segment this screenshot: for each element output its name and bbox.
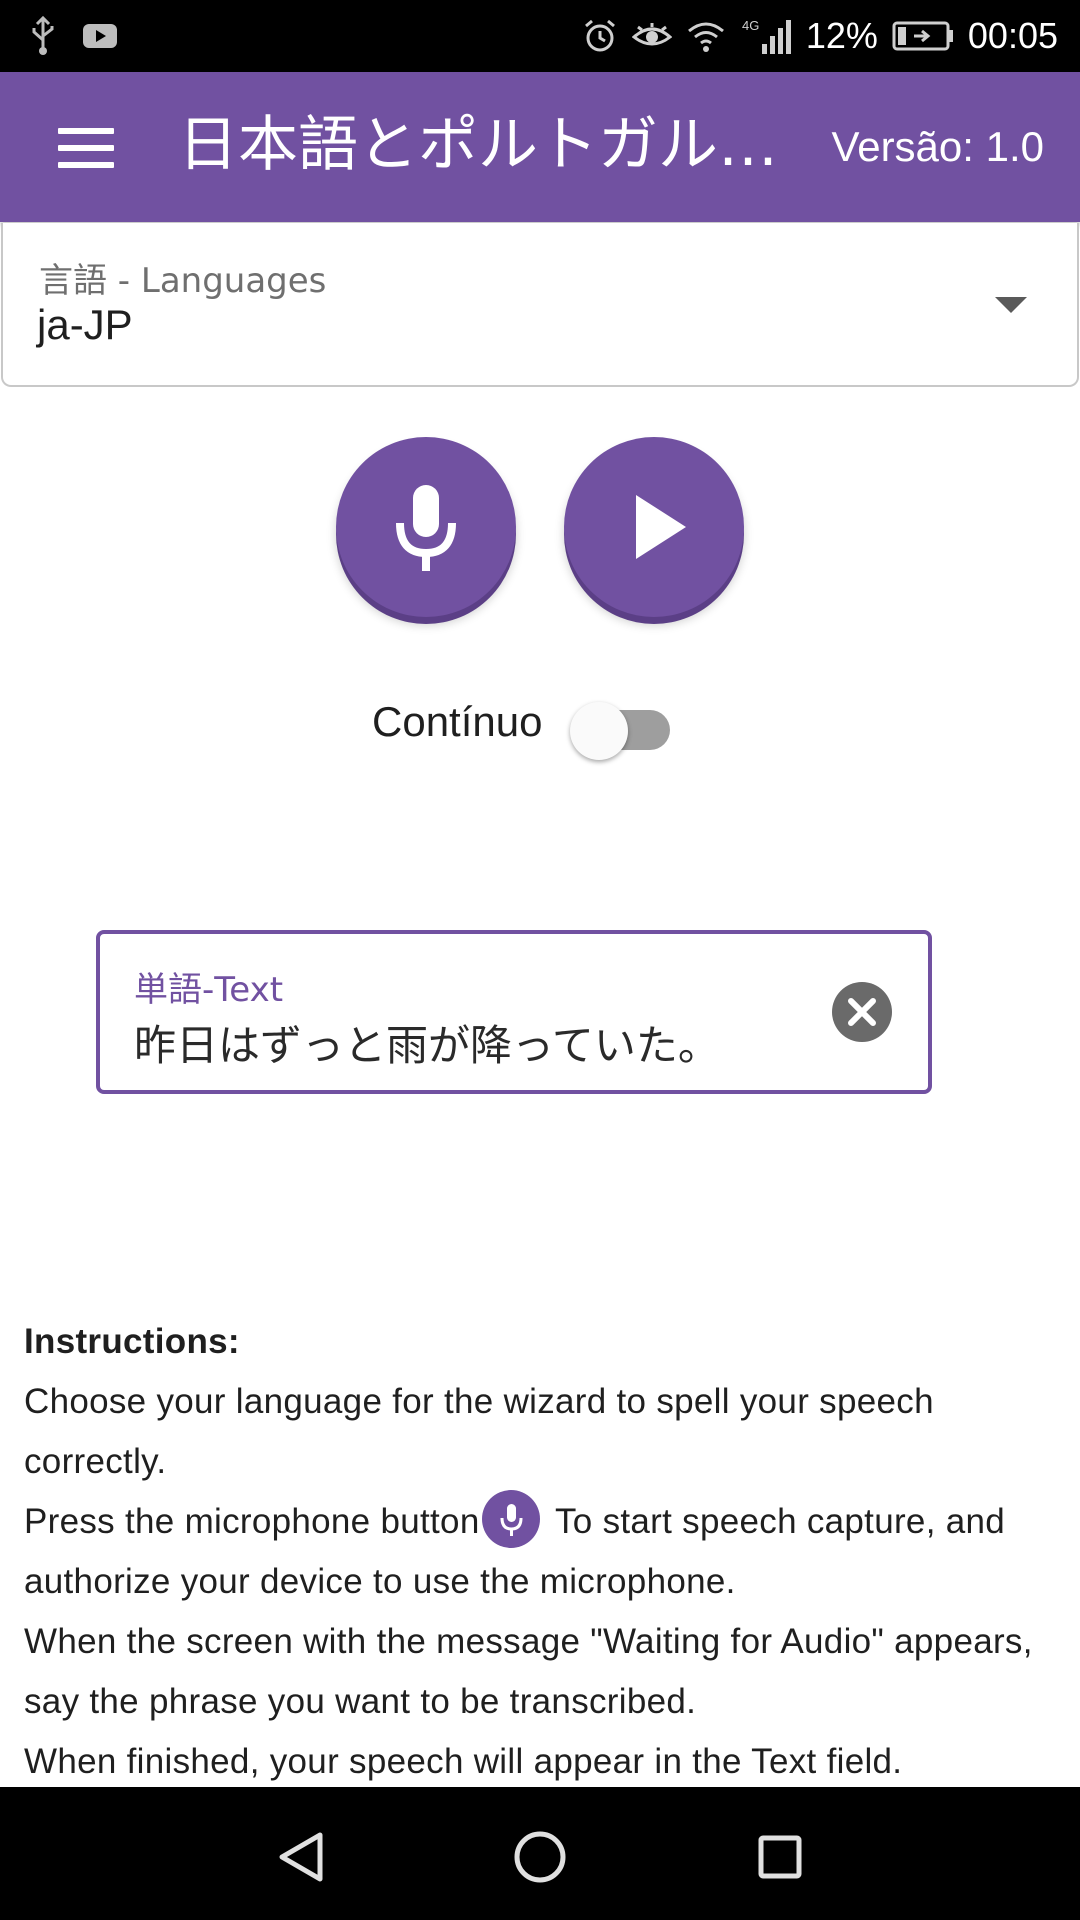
back-button[interactable]: [260, 1817, 340, 1897]
wifi-icon: [686, 19, 726, 53]
recent-apps-square-icon: [758, 1835, 802, 1879]
language-selected-value: ja-JP: [37, 301, 133, 348]
usb-icon: [30, 16, 56, 56]
status-left-icons: [30, 16, 118, 56]
alarm-icon: [582, 18, 618, 54]
play-icon: [636, 495, 686, 559]
app-bar: 日本語とポルトガル… Versão: 1.0: [0, 72, 1080, 222]
instructions-heading: Instructions:: [24, 1322, 240, 1361]
status-bar: 4G 12% 00:05: [0, 0, 1080, 72]
recent-apps-button[interactable]: [740, 1817, 820, 1897]
continuous-label: Contínuo: [372, 698, 543, 745]
battery-icon: [892, 20, 954, 52]
microphone-button[interactable]: [336, 437, 516, 617]
instructions-line-1: Choose your language for the wizard to s…: [24, 1382, 934, 1481]
instructions-line-2-start: Press the microphone button: [24, 1502, 480, 1541]
navigation-bar: [0, 1787, 1080, 1920]
instructions: Instructions: Choose your language for t…: [24, 1312, 1054, 1792]
microphone-icon: [396, 485, 456, 571]
youtube-icon: [82, 22, 118, 50]
instructions-line-2: Press the microphone button To start spe…: [24, 1489, 1054, 1612]
instructions-line-4: When finished, your speech will appear i…: [24, 1742, 903, 1781]
toggle-thumb: [570, 702, 628, 760]
chevron-down-icon: [995, 297, 1027, 313]
battery-percent: 12%: [805, 15, 878, 56]
clear-text-button[interactable]: [832, 982, 892, 1042]
language-dropdown[interactable]: 言語 - Languages ja-JP: [1, 223, 1079, 387]
version-label: Versão: 1.0: [831, 123, 1044, 170]
menu-icon[interactable]: [58, 128, 114, 168]
status-right-icons: 4G 12% 00:05: [582, 0, 1058, 72]
instructions-line-3: When the screen with the message "Waitin…: [24, 1622, 1033, 1721]
text-field-label: 単語-Text: [134, 970, 284, 1010]
inline-microphone-icon: [481, 1489, 540, 1548]
app-title: 日本語とポルトガル…: [178, 110, 778, 180]
language-label: 言語 - Languages: [39, 261, 327, 301]
network-type-label: 4G: [742, 18, 759, 33]
text-field-value[interactable]: 昨日はずっと雨が降っていた。: [134, 1012, 720, 1073]
home-circle-icon: [514, 1831, 566, 1883]
home-button[interactable]: [500, 1817, 580, 1897]
play-button[interactable]: [564, 437, 744, 617]
back-triangle-icon: [279, 1832, 323, 1882]
continuous-toggle[interactable]: [570, 702, 674, 760]
close-icon: [848, 998, 876, 1026]
signal-icon: 4G: [740, 16, 792, 56]
eye-icon: [631, 21, 672, 51]
clock: 00:05: [967, 15, 1058, 56]
text-field[interactable]: 単語-Text 昨日はずっと雨が降っていた。: [96, 930, 932, 1094]
